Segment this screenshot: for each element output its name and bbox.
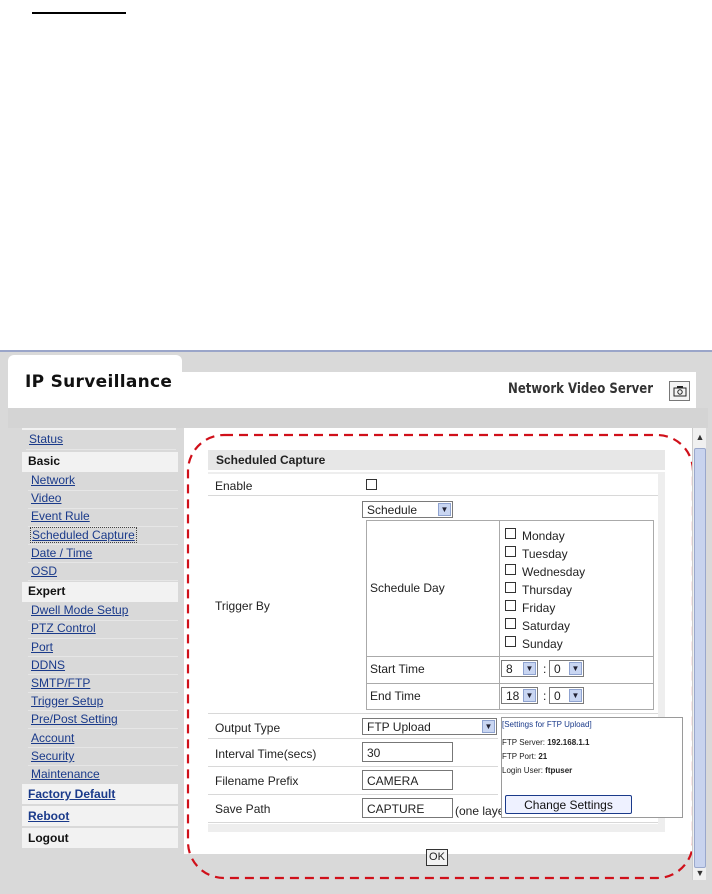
scroll-up-icon[interactable]: ▲ (693, 430, 707, 444)
vertical-scrollbar[interactable]: ▲ ▼ (692, 428, 706, 880)
scroll-down-icon[interactable]: ▼ (693, 866, 707, 880)
scroll-thumb[interactable] (694, 448, 706, 868)
bottom-frame (8, 880, 708, 894)
highlight-outline (186, 433, 695, 880)
